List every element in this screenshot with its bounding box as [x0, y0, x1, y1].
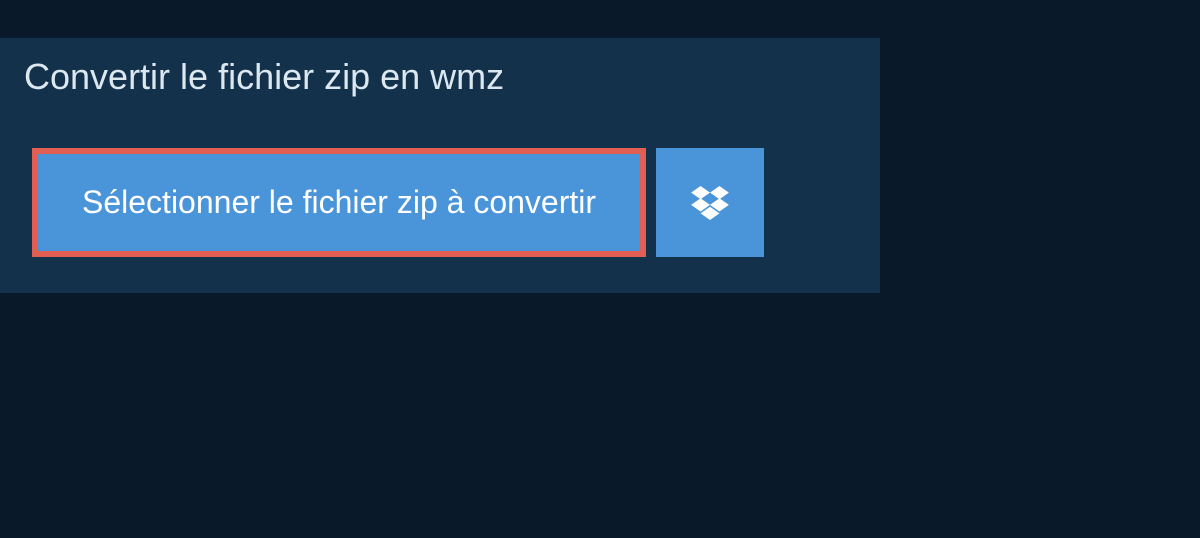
- button-row: Sélectionner le fichier zip à convertir: [32, 148, 848, 257]
- dropbox-button[interactable]: [656, 148, 764, 257]
- select-file-label: Sélectionner le fichier zip à convertir: [82, 184, 596, 220]
- select-file-button[interactable]: Sélectionner le fichier zip à convertir: [32, 148, 646, 257]
- page-title-tab: Convertir le fichier zip en wmz: [0, 38, 536, 116]
- converter-panel: Convertir le fichier zip en wmz Sélectio…: [0, 38, 880, 293]
- dropbox-icon: [691, 186, 729, 220]
- page-title: Convertir le fichier zip en wmz: [24, 56, 504, 97]
- content-area: Sélectionner le fichier zip à convertir: [0, 116, 880, 293]
